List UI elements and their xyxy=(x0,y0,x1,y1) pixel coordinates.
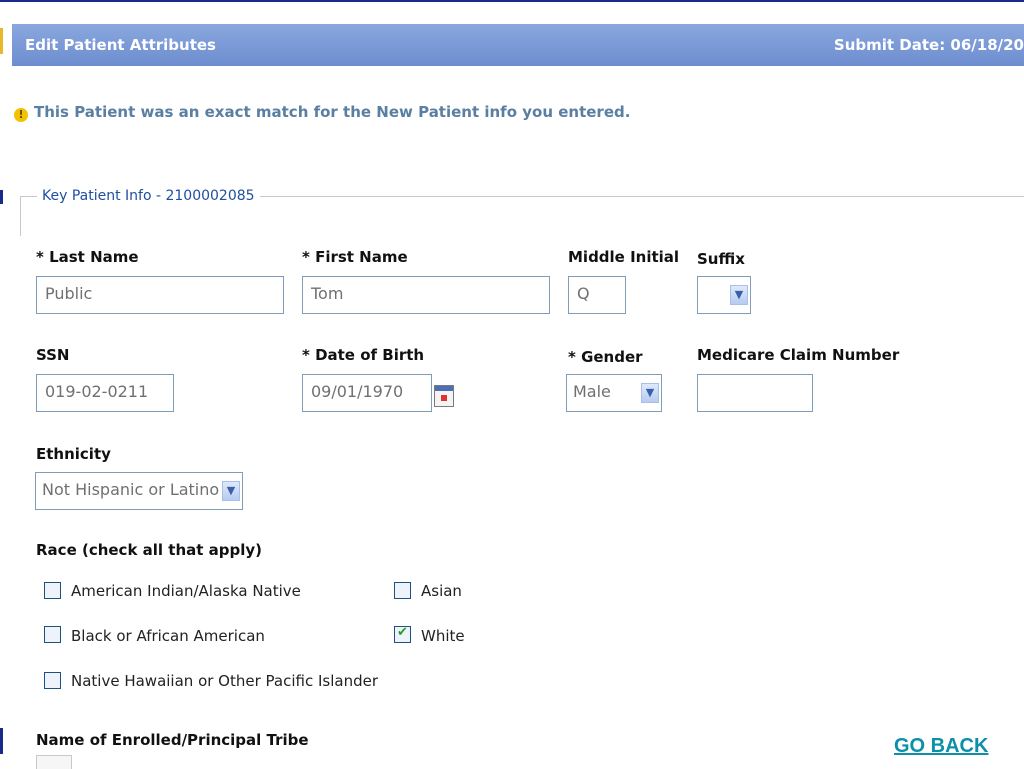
section-legend: Key Patient Info - 2100002085 xyxy=(37,188,260,204)
left-marker xyxy=(0,28,3,54)
race-option-label: Black or African American xyxy=(71,627,265,645)
ssn-label: SSN xyxy=(36,346,70,364)
go-back-link[interactable]: GO BACK xyxy=(894,735,988,758)
race-option-label: Native Hawaiian or Other Pacific Islande… xyxy=(71,672,379,690)
race-option-label: Asian xyxy=(421,582,462,600)
gender-value: Male xyxy=(573,382,611,401)
middle-initial-input[interactable]: Q xyxy=(568,276,626,314)
race-option-label: White xyxy=(421,627,465,645)
last-name-label: * Last Name xyxy=(36,248,139,266)
ethnicity-select[interactable]: Not Hispanic or Latino ▼ xyxy=(35,472,243,510)
top-border xyxy=(0,0,1024,2)
middle-initial-label: Middle Initial xyxy=(568,248,680,266)
tribe-label: Name of Enrolled/Principal Tribe xyxy=(36,731,309,749)
race-option-label: American Indian/Alaska Native xyxy=(71,582,301,600)
submit-date: Submit Date: 06/18/20 xyxy=(833,36,1024,54)
dob-input[interactable]: 09/01/1970 xyxy=(302,374,432,412)
suffix-label: Suffix xyxy=(697,250,745,268)
first-name-label: * First Name xyxy=(302,248,408,266)
left-marker xyxy=(0,190,3,204)
medicare-claim-input[interactable] xyxy=(697,374,813,412)
fieldset-border xyxy=(20,196,21,236)
match-notice: ! This Patient was an exact match for the… xyxy=(14,103,630,122)
chevron-down-icon[interactable]: ▼ xyxy=(641,383,659,403)
gender-label: * Gender xyxy=(568,348,643,366)
first-name-input[interactable]: Tom xyxy=(302,276,550,314)
ethnicity-label: Ethnicity xyxy=(36,445,111,463)
race-checkbox[interactable] xyxy=(44,582,61,599)
medicare-label: Medicare Claim Number xyxy=(697,346,900,364)
warning-icon: ! xyxy=(14,108,28,122)
ethnicity-value: Not Hispanic or Latino xyxy=(42,480,220,499)
left-marker xyxy=(0,728,3,754)
page-header: Edit Patient Attributes Submit Date: 06/… xyxy=(12,24,1024,66)
race-checkbox-white[interactable] xyxy=(394,625,411,643)
gender-select[interactable]: Male ▼ xyxy=(566,374,662,412)
tribe-input[interactable] xyxy=(36,755,72,769)
race-label: Race (check all that apply) xyxy=(36,541,263,559)
race-checkbox[interactable] xyxy=(44,672,61,689)
dob-label: * Date of Birth xyxy=(302,346,425,364)
suffix-select[interactable]: ▼ xyxy=(697,276,751,314)
chevron-down-icon[interactable]: ▼ xyxy=(730,285,748,305)
race-checkbox[interactable] xyxy=(44,626,61,643)
ssn-input[interactable]: 019-02-0211 xyxy=(36,374,174,412)
calendar-icon[interactable] xyxy=(434,385,454,407)
notice-text: This Patient was an exact match for the … xyxy=(34,103,631,121)
last-name-input[interactable]: Public xyxy=(36,276,284,314)
race-checkbox[interactable] xyxy=(394,582,411,599)
page-title: Edit Patient Attributes xyxy=(25,36,216,54)
chevron-down-icon[interactable]: ▼ xyxy=(222,481,240,501)
